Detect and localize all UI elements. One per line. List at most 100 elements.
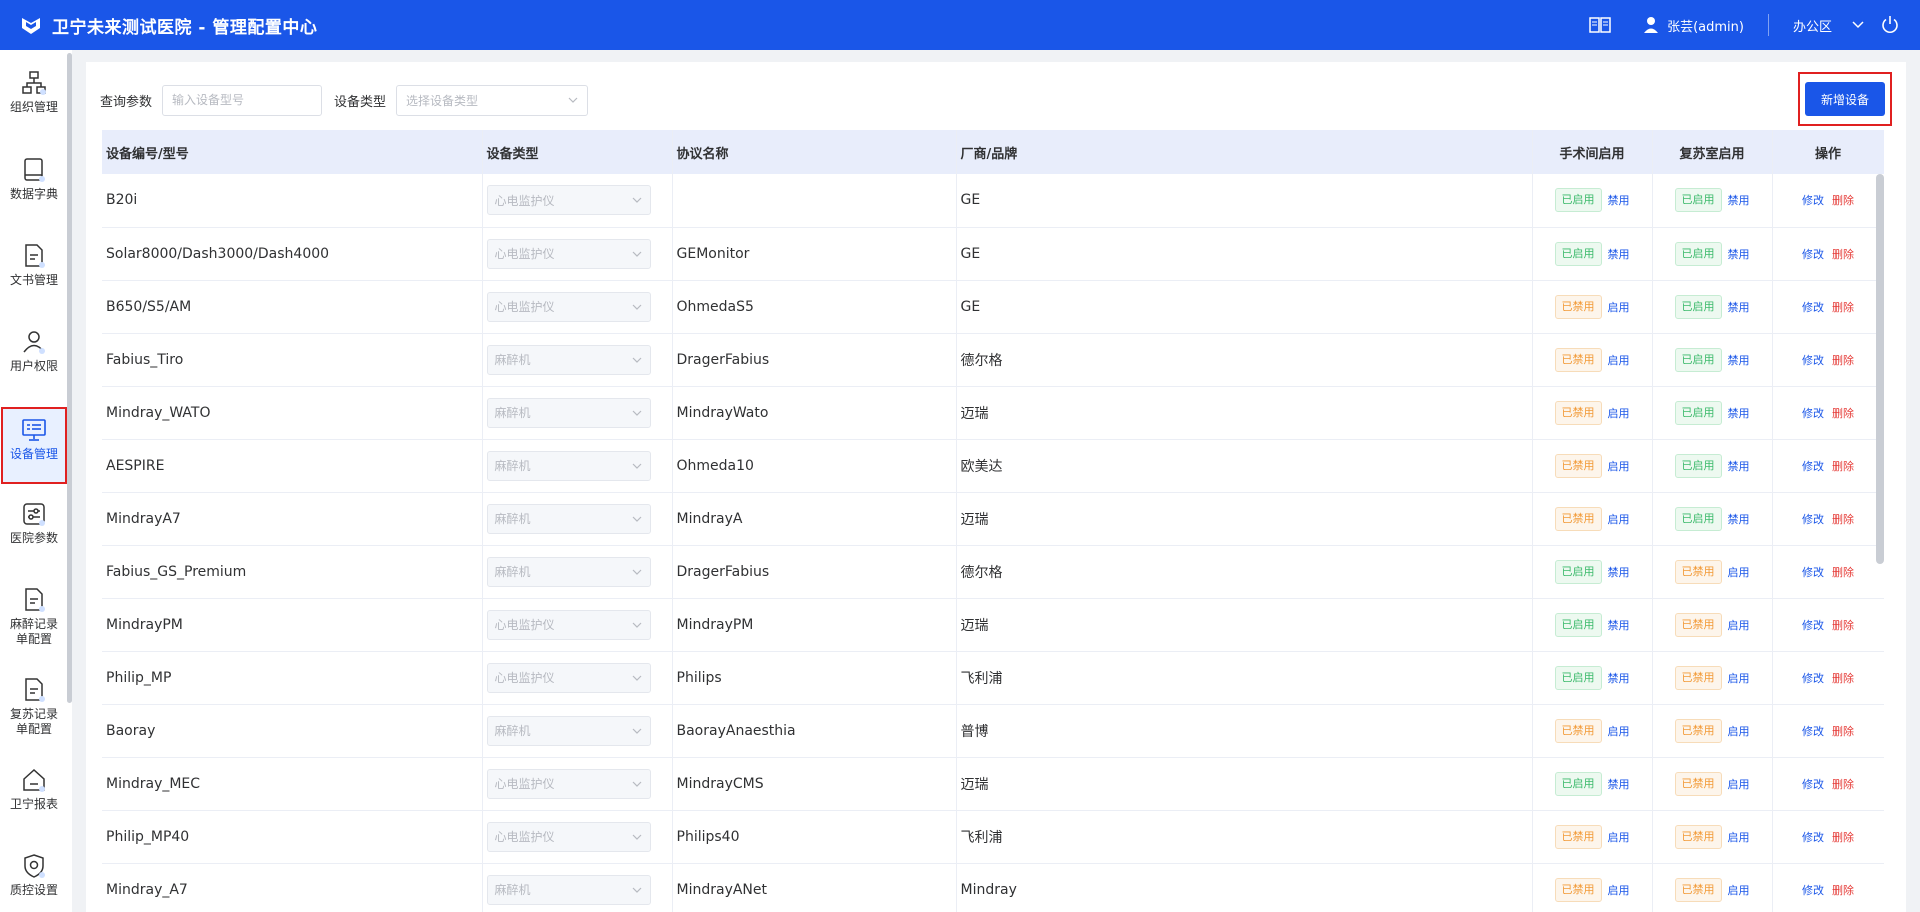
device-type-select[interactable]: 选择设备类型: [396, 84, 589, 116]
delete-link[interactable]: 删除: [1832, 460, 1854, 473]
edit-link[interactable]: 修改: [1802, 831, 1824, 844]
recovery-disable-link[interactable]: 禁用: [1728, 194, 1750, 207]
edit-link[interactable]: 修改: [1802, 354, 1824, 367]
sidebar-item-dictionary[interactable]: 数据字典: [2, 157, 66, 202]
add-device-button[interactable]: 新增设备: [1805, 82, 1885, 116]
device-type-dropdown[interactable]: 麻醉机: [486, 503, 651, 534]
power-icon[interactable]: [1880, 15, 1900, 35]
delete-link[interactable]: 删除: [1832, 619, 1854, 632]
device-type-dropdown[interactable]: 心电监护仪: [486, 768, 651, 799]
edit-link[interactable]: 修改: [1802, 301, 1824, 314]
edit-link[interactable]: 修改: [1802, 884, 1824, 897]
cell-type: 麻醉机: [482, 333, 673, 387]
or-enable-link[interactable]: 启用: [1608, 301, 1630, 314]
delete-link[interactable]: 删除: [1832, 725, 1854, 738]
recovery-enable-link[interactable]: 启用: [1728, 725, 1750, 738]
sidebar-item-users[interactable]: 用户权限: [2, 329, 66, 374]
or-enable-link[interactable]: 启用: [1608, 884, 1630, 897]
delete-link[interactable]: 删除: [1832, 513, 1854, 526]
recovery-disable-link[interactable]: 禁用: [1728, 407, 1750, 420]
delete-link[interactable]: 删除: [1832, 407, 1854, 420]
edit-link[interactable]: 修改: [1802, 513, 1824, 526]
or-enable-link[interactable]: 启用: [1608, 460, 1630, 473]
area-selector[interactable]: 办公区: [1793, 16, 1864, 35]
device-model-input[interactable]: [162, 84, 323, 116]
device-type-dropdown[interactable]: 心电监护仪: [486, 662, 651, 693]
cell-model: MindrayA7: [102, 492, 483, 546]
recovery-enable-link[interactable]: 启用: [1728, 831, 1750, 844]
or-disable-link[interactable]: 禁用: [1608, 778, 1630, 791]
device-type-dropdown[interactable]: 心电监护仪: [486, 185, 651, 216]
device-type-dropdown[interactable]: 心电监护仪: [486, 238, 651, 269]
or-enable-link[interactable]: 启用: [1608, 407, 1630, 420]
book-open-icon[interactable]: [1589, 16, 1611, 34]
cell-protocol: MindrayANet: [672, 863, 957, 912]
delete-link[interactable]: 删除: [1832, 831, 1854, 844]
recovery-enable-link[interactable]: 启用: [1728, 672, 1750, 685]
device-type-dropdown[interactable]: 麻醉机: [486, 450, 651, 481]
edit-link[interactable]: 修改: [1802, 460, 1824, 473]
edit-link[interactable]: 修改: [1802, 778, 1824, 791]
or-enable-link[interactable]: 启用: [1608, 725, 1630, 738]
sidebar-item-reports[interactable]: 卫宁报表: [2, 767, 66, 812]
recovery-cell: 已启用 禁用: [1652, 492, 1773, 546]
cell-type: 心电监护仪: [482, 598, 673, 652]
or-disable-link[interactable]: 禁用: [1608, 248, 1630, 261]
edit-link[interactable]: 修改: [1802, 248, 1824, 261]
device-type-dropdown[interactable]: 心电监护仪: [486, 821, 651, 852]
device-type-dropdown[interactable]: 心电监护仪: [486, 609, 651, 640]
edit-link[interactable]: 修改: [1802, 566, 1824, 579]
device-type-dropdown[interactable]: 麻醉机: [486, 874, 651, 905]
sidebar-item-recovery-record[interactable]: 复苏记录 单配置: [2, 677, 66, 737]
recovery-enable-link[interactable]: 启用: [1728, 778, 1750, 791]
user-menu[interactable]: 张芸(admin): [1643, 16, 1744, 35]
device-type-dropdown[interactable]: 心电监护仪: [486, 291, 651, 322]
recovery-enable-link[interactable]: 启用: [1728, 884, 1750, 897]
delete-link[interactable]: 删除: [1832, 354, 1854, 367]
or-disable-link[interactable]: 禁用: [1608, 194, 1630, 207]
recovery-disable-link[interactable]: 禁用: [1728, 354, 1750, 367]
device-type-dropdown[interactable]: 麻醉机: [486, 715, 651, 746]
delete-link[interactable]: 删除: [1832, 884, 1854, 897]
delete-link[interactable]: 删除: [1832, 301, 1854, 314]
sidebar-item-quality[interactable]: 质控设置: [2, 853, 66, 898]
edit-link[interactable]: 修改: [1802, 672, 1824, 685]
device-type-dropdown[interactable]: 麻醉机: [486, 397, 651, 428]
delete-link[interactable]: 删除: [1832, 566, 1854, 579]
or-disable-link[interactable]: 禁用: [1608, 566, 1630, 579]
or-disable-link[interactable]: 禁用: [1608, 619, 1630, 632]
recovery-disable-link[interactable]: 禁用: [1728, 513, 1750, 526]
device-type-dropdown[interactable]: 麻醉机: [486, 344, 651, 375]
chevron-down-icon: [632, 357, 641, 363]
status-badge: 已禁用: [1674, 877, 1722, 902]
edit-link[interactable]: 修改: [1802, 725, 1824, 738]
or-enable-link[interactable]: 启用: [1608, 831, 1630, 844]
delete-link[interactable]: 删除: [1832, 248, 1854, 261]
edit-link[interactable]: 修改: [1802, 619, 1824, 632]
recovery-enable-link[interactable]: 启用: [1728, 566, 1750, 579]
or-enable-link[interactable]: 启用: [1608, 354, 1630, 367]
edit-link[interactable]: 修改: [1802, 194, 1824, 207]
sidebar-item-documents[interactable]: 文书管理: [2, 243, 66, 288]
recovery-enable-link[interactable]: 启用: [1728, 619, 1750, 632]
table-scrollbar[interactable]: [1876, 174, 1884, 564]
sidebar-item-org[interactable]: 组织管理: [2, 70, 66, 115]
or-disable-link[interactable]: 禁用: [1608, 672, 1630, 685]
recovery-disable-link[interactable]: 禁用: [1728, 301, 1750, 314]
sidebar-item-anesthesia-record[interactable]: 麻醉记录 单配置: [2, 587, 66, 647]
sidebar-item-hospital-params[interactable]: 医院参数: [2, 501, 66, 546]
recovery-disable-link[interactable]: 禁用: [1728, 248, 1750, 261]
delete-link[interactable]: 删除: [1832, 672, 1854, 685]
cell-vendor: 德尔格: [956, 333, 1533, 387]
sidebar-item-devices[interactable]: 设备管理: [1, 407, 67, 484]
device-type-dropdown[interactable]: 麻醉机: [486, 556, 651, 587]
delete-link[interactable]: 删除: [1832, 194, 1854, 207]
cell-protocol: OhmedaS5: [672, 280, 957, 334]
cell-model: AESPIRE: [102, 439, 483, 493]
cell-protocol: BaorayAnaesthia: [672, 704, 957, 758]
recovery-disable-link[interactable]: 禁用: [1728, 460, 1750, 473]
delete-link[interactable]: 删除: [1832, 778, 1854, 791]
or-enable-link[interactable]: 启用: [1608, 513, 1630, 526]
edit-link[interactable]: 修改: [1802, 407, 1824, 420]
sidebar-scrollbar[interactable]: [67, 53, 72, 703]
